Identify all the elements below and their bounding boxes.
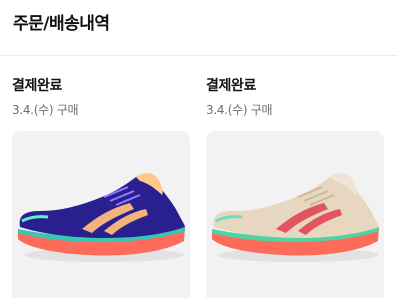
page-header: 주문/배송내역 — [0, 0, 397, 56]
order-date: 3.4.(수) 구매 — [12, 103, 79, 117]
order-date: 3.4.(수) 구매 — [206, 103, 273, 117]
order-card[interactable]: 결제완료 3.4.(수) 구매 — [12, 76, 190, 298]
running-shoe-icon — [18, 173, 186, 262]
product-image[interactable] — [12, 131, 190, 298]
order-status: 결제완료 — [206, 78, 256, 94]
order-status: 결제완료 — [12, 78, 62, 94]
running-shoe-icon — [212, 173, 379, 262]
product-image[interactable] — [206, 131, 384, 298]
order-card[interactable]: 결제완료 3.4.(수) 구매 — [206, 76, 384, 298]
order-history-page: 주문/배송내역 결제완료 3.4.(수) 구매 결제완료 3.4.(수) 구매 — [0, 0, 397, 298]
page-title: 주문/배송내역 — [13, 14, 110, 34]
